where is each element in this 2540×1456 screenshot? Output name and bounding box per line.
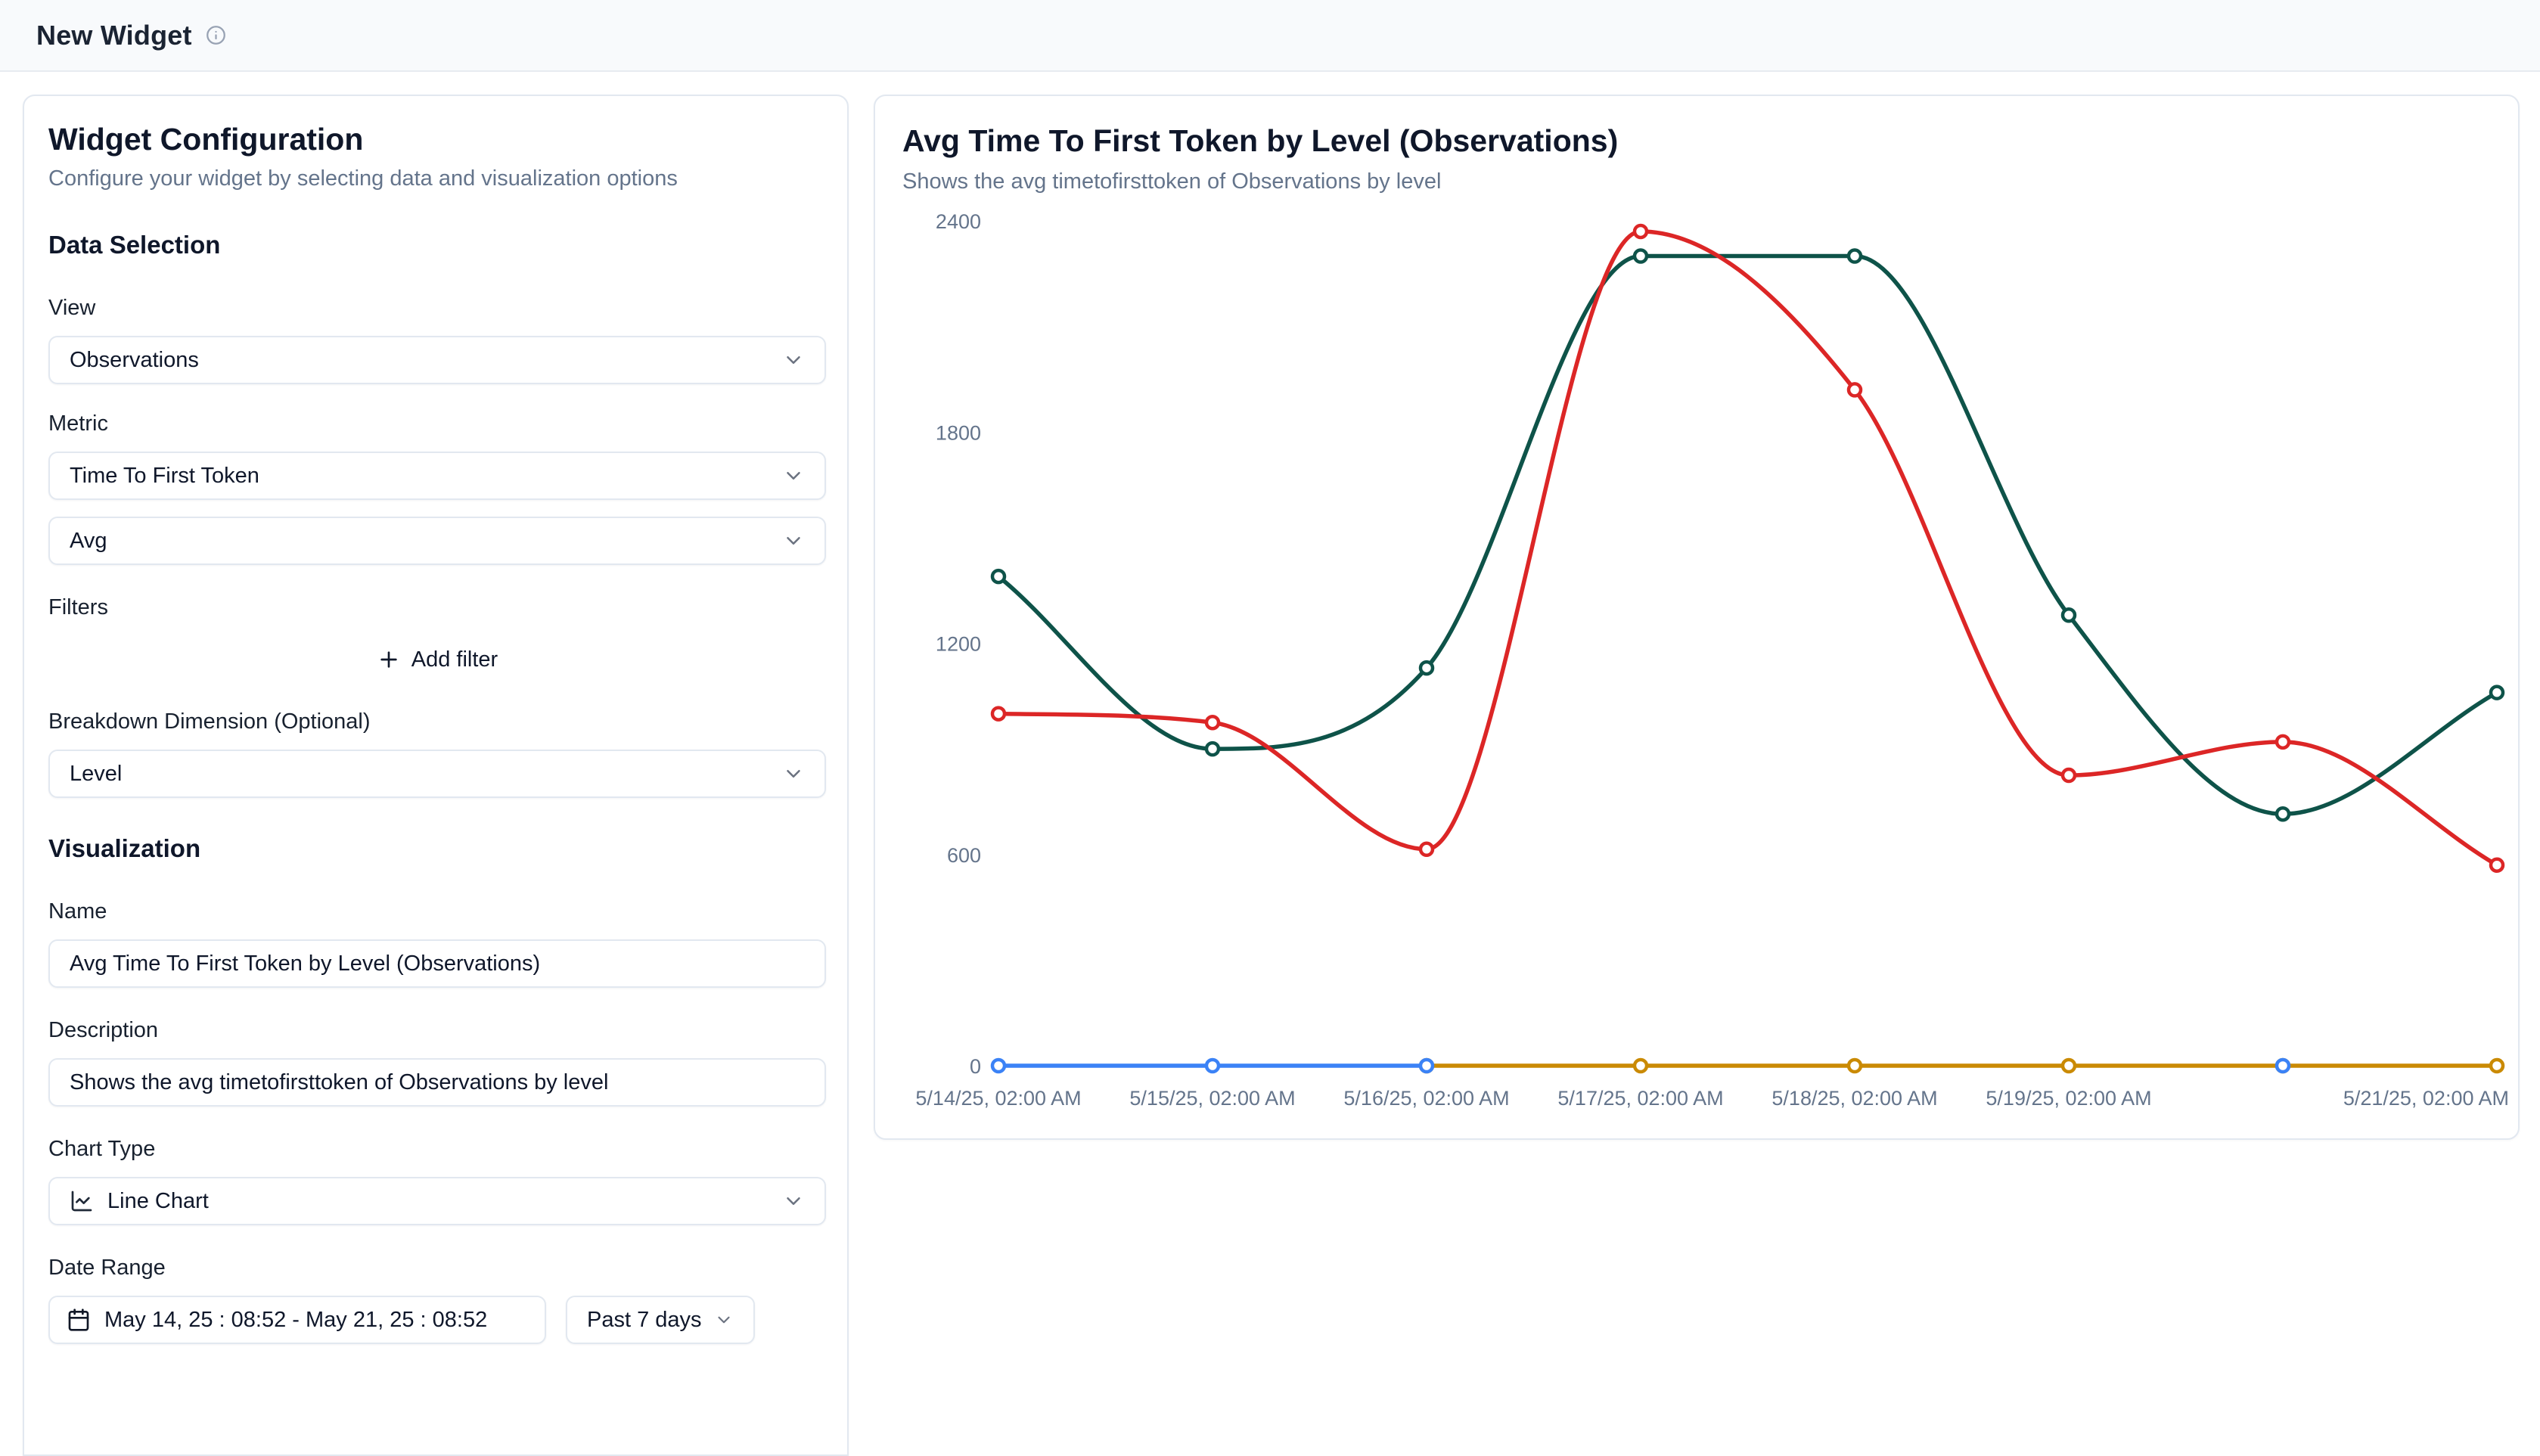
chevron-down-icon <box>782 762 805 785</box>
description-input-value: Shows the avg timetofirsttoken of Observ… <box>70 1070 805 1095</box>
x-tick-label: 5/15/25, 02:00 AM <box>1129 1087 1295 1110</box>
filters-label: Filters <box>48 595 823 620</box>
series-teal-point <box>2063 609 2075 621</box>
chevron-down-icon <box>782 349 805 371</box>
series-red-point <box>1206 716 1219 728</box>
series-teal-point <box>1206 743 1219 755</box>
chevron-down-icon <box>782 1190 805 1212</box>
y-tick-label: 0 <box>970 1055 981 1078</box>
page-header: New Widget <box>0 0 2540 72</box>
series-red-point <box>992 708 1005 720</box>
name-input-value: Avg Time To First Token by Level (Observ… <box>70 952 805 976</box>
chevron-down-icon <box>714 1310 734 1330</box>
breakdown-select-value: Level <box>70 762 782 787</box>
series-teal-point <box>1849 250 1861 262</box>
series-red-point <box>1849 383 1861 396</box>
widget-configuration-panel: Widget Configuration Configure your widg… <box>23 95 849 1456</box>
x-tick-label: 5/18/25, 02:00 AM <box>1771 1087 1937 1110</box>
widget-preview-panel: Avg Time To First Token by Level (Observ… <box>874 95 2520 1140</box>
series-red-point <box>1421 843 1433 855</box>
chart-type-select[interactable]: Line Chart <box>48 1177 826 1225</box>
series-teal-point <box>1635 250 1647 262</box>
series-red-point <box>2063 769 2075 781</box>
date-range-value: May 14, 25 : 08:52 - May 21, 25 : 08:52 <box>104 1308 487 1333</box>
series-teal-line <box>998 256 2497 815</box>
chart-type-select-value: Line Chart <box>107 1189 782 1214</box>
plus-icon <box>377 647 401 672</box>
series-teal-point <box>2277 808 2289 820</box>
chevron-down-icon <box>782 529 805 552</box>
metric-label: Metric <box>48 411 823 436</box>
series-red-point <box>2277 736 2289 748</box>
view-select-value: Observations <box>70 348 782 373</box>
aggregation-select[interactable]: Avg <box>48 517 826 565</box>
y-tick-label: 2400 <box>936 210 981 233</box>
config-title: Widget Configuration <box>48 122 823 157</box>
x-tick-label: 5/19/25, 02:00 AM <box>1986 1087 2151 1110</box>
line-chart-icon <box>70 1189 94 1213</box>
section-visualization: Visualization <box>48 834 823 863</box>
breakdown-label: Breakdown Dimension (Optional) <box>48 709 823 734</box>
series-teal-point <box>1421 662 1433 674</box>
date-range-label: Date Range <box>48 1256 823 1281</box>
series-blue-point <box>1206 1060 1219 1072</box>
series-teal-point <box>2491 687 2503 699</box>
x-tick-label: 5/14/25, 02:00 AM <box>915 1087 1081 1110</box>
series-amber-point <box>1635 1060 1647 1072</box>
description-label: Description <box>48 1018 823 1043</box>
line-chart: 0 600 1200 1800 2400 5/14/25, 02:00 AM 5/15/25… <box>875 96 2521 1141</box>
series-amber-point <box>2491 1060 2503 1072</box>
metric-select-value: Time To First Token <box>70 464 782 489</box>
date-range-button[interactable]: May 14, 25 : 08:52 - May 21, 25 : 08:52 <box>48 1296 546 1344</box>
date-preset-value: Past 7 days <box>587 1308 702 1333</box>
x-tick-label: 5/16/25, 02:00 AM <box>1343 1087 1509 1110</box>
metric-select[interactable]: Time To First Token <box>48 452 826 500</box>
view-label: View <box>48 296 823 321</box>
name-label: Name <box>48 899 823 924</box>
name-input[interactable]: Avg Time To First Token by Level (Observ… <box>48 939 826 988</box>
description-input[interactable]: Shows the avg timetofirsttoken of Observ… <box>48 1058 826 1107</box>
series-amber-point <box>2063 1060 2075 1072</box>
series-blue-point <box>992 1060 1005 1072</box>
calendar-icon <box>67 1308 91 1332</box>
aggregation-select-value: Avg <box>70 529 782 554</box>
series-teal-point <box>992 570 1005 582</box>
series-amber-point <box>1849 1060 1861 1072</box>
section-data-selection: Data Selection <box>48 231 823 259</box>
add-filter-button[interactable]: Add filter <box>48 640 826 679</box>
y-tick-label: 1200 <box>936 633 981 656</box>
chart-type-label: Chart Type <box>48 1137 823 1162</box>
y-tick-label: 1800 <box>936 421 981 444</box>
x-tick-label: 5/17/25, 02:00 AM <box>1557 1087 1723 1110</box>
y-tick-label: 600 <box>947 844 981 867</box>
page-title: New Widget <box>36 20 192 51</box>
breakdown-select[interactable]: Level <box>48 750 826 798</box>
date-preset-button[interactable]: Past 7 days <box>566 1296 755 1344</box>
x-tick-label: 5/21/25, 02:00 AM <box>2343 1087 2509 1110</box>
series-red-point <box>2491 859 2503 871</box>
add-filter-label: Add filter <box>411 647 498 672</box>
series-blue-point <box>2277 1060 2289 1072</box>
series-red-point <box>1635 225 1647 237</box>
info-icon[interactable] <box>206 25 226 45</box>
chevron-down-icon <box>782 464 805 487</box>
config-subtitle: Configure your widget by selecting data … <box>48 166 823 191</box>
series-blue-point <box>1421 1060 1433 1072</box>
series-red-line <box>998 231 2497 865</box>
view-select[interactable]: Observations <box>48 336 826 384</box>
